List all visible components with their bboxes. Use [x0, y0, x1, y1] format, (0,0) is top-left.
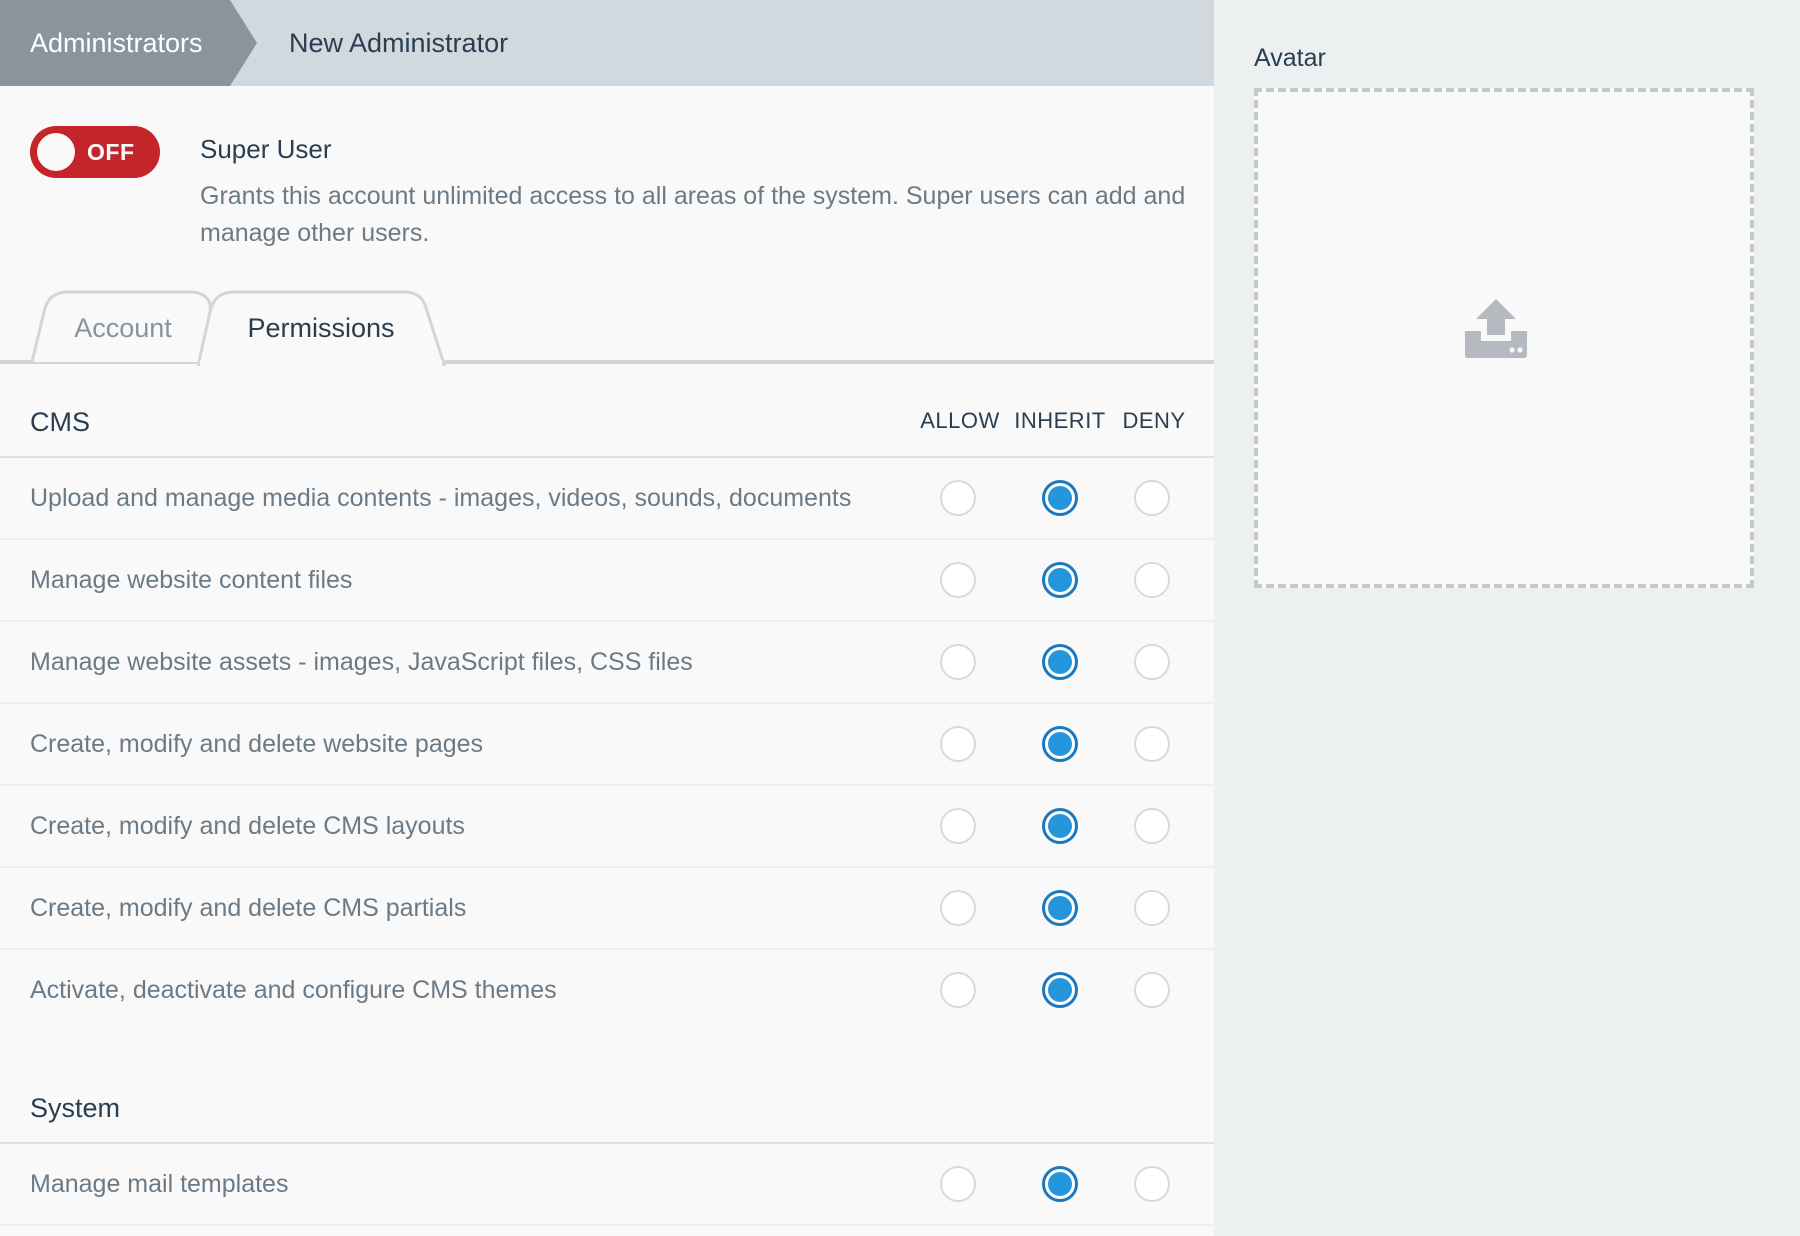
radio-allow[interactable] [940, 726, 976, 762]
radio-allow[interactable] [940, 1166, 976, 1202]
upload-icon [1465, 299, 1527, 358]
radio-allow[interactable] [940, 644, 976, 680]
radio-inherit[interactable] [1042, 480, 1078, 516]
tab-permissions-label: Permissions [247, 313, 395, 343]
super-user-description: Grants this account unlimited access to … [200, 182, 1186, 247]
table-row: Create, modify and delete CMS layouts [0, 786, 1214, 868]
radio-inherit[interactable] [1042, 808, 1078, 844]
radio-allow[interactable] [940, 562, 976, 598]
radio-inherit[interactable] [1042, 1166, 1078, 1202]
section-header-cms: CMS ALLOW INHERIT DENY [0, 364, 1214, 458]
breadcrumb-separator [230, 0, 257, 86]
table-row: Manage mail templates [0, 1144, 1214, 1226]
permission-label: Manage website content files [30, 566, 353, 594]
main-panel: Administrators New Administrator OFF Sup… [0, 0, 1214, 1236]
radio-deny[interactable] [1134, 562, 1170, 598]
radio-deny[interactable] [1134, 644, 1170, 680]
radio-deny[interactable] [1134, 890, 1170, 926]
avatar-label: Avatar [1254, 44, 1326, 72]
sidebar: Avatar [1214, 0, 1800, 1236]
toggle-knob [37, 133, 75, 171]
breadcrumb-current: New Administrator [289, 28, 509, 58]
radio-deny[interactable] [1134, 972, 1170, 1008]
radio-inherit[interactable] [1042, 644, 1078, 680]
table-row: Create, modify and delete website pages [0, 704, 1214, 786]
permission-label: Create, modify and delete website pages [30, 730, 484, 758]
tab-account[interactable]: Account [30, 290, 216, 364]
radio-inherit[interactable] [1042, 726, 1078, 762]
radio-allow[interactable] [940, 480, 976, 516]
radio-deny[interactable] [1134, 808, 1170, 844]
permission-label: Create, modify and delete CMS layouts [30, 812, 465, 840]
permission-label: Manage mail templates [30, 1170, 289, 1198]
tab-account-label: Account [74, 313, 172, 343]
table-row: Create, modify and delete CMS partials [0, 868, 1214, 950]
column-inherit: INHERIT [1014, 408, 1106, 433]
permission-label: Manage website assets - images, JavaScri… [30, 648, 693, 676]
super-user-toggle[interactable]: OFF [30, 126, 160, 178]
radio-deny[interactable] [1134, 726, 1170, 762]
table-row: Activate, deactivate and configure CMS t… [0, 950, 1214, 1032]
permission-label: Upload and manage media contents - image… [30, 484, 852, 512]
table-row: Manage website assets - images, JavaScri… [0, 622, 1214, 704]
tab-permissions[interactable]: Permissions [196, 290, 446, 366]
breadcrumb-parent-link[interactable]: Administrators [0, 0, 230, 86]
column-allow: ALLOW [920, 408, 1000, 433]
tab-bar: Account Permissions [0, 288, 1214, 366]
table-row: Manage website content files [0, 540, 1214, 622]
super-user-title: Super User [200, 134, 332, 164]
radio-allow[interactable] [940, 972, 976, 1008]
section-title: CMS [30, 407, 90, 437]
radio-allow[interactable] [940, 890, 976, 926]
toggle-state-label: OFF [87, 139, 135, 165]
section-title: System [30, 1093, 121, 1123]
radio-inherit[interactable] [1042, 890, 1078, 926]
radio-inherit[interactable] [1042, 562, 1078, 598]
radio-allow[interactable] [940, 808, 976, 844]
avatar-upload-dropzone[interactable] [1254, 88, 1754, 588]
permission-label: Activate, deactivate and configure CMS t… [30, 976, 557, 1004]
radio-deny[interactable] [1134, 480, 1170, 516]
table-row: Upload and manage media contents - image… [0, 458, 1214, 540]
breadcrumb: Administrators New Administrator [0, 0, 1214, 86]
section-header-system: System [0, 1050, 1214, 1144]
radio-inherit[interactable] [1042, 972, 1078, 1008]
column-deny: DENY [1122, 408, 1186, 433]
permission-label: Create, modify and delete CMS partials [30, 894, 467, 922]
radio-deny[interactable] [1134, 1166, 1170, 1202]
